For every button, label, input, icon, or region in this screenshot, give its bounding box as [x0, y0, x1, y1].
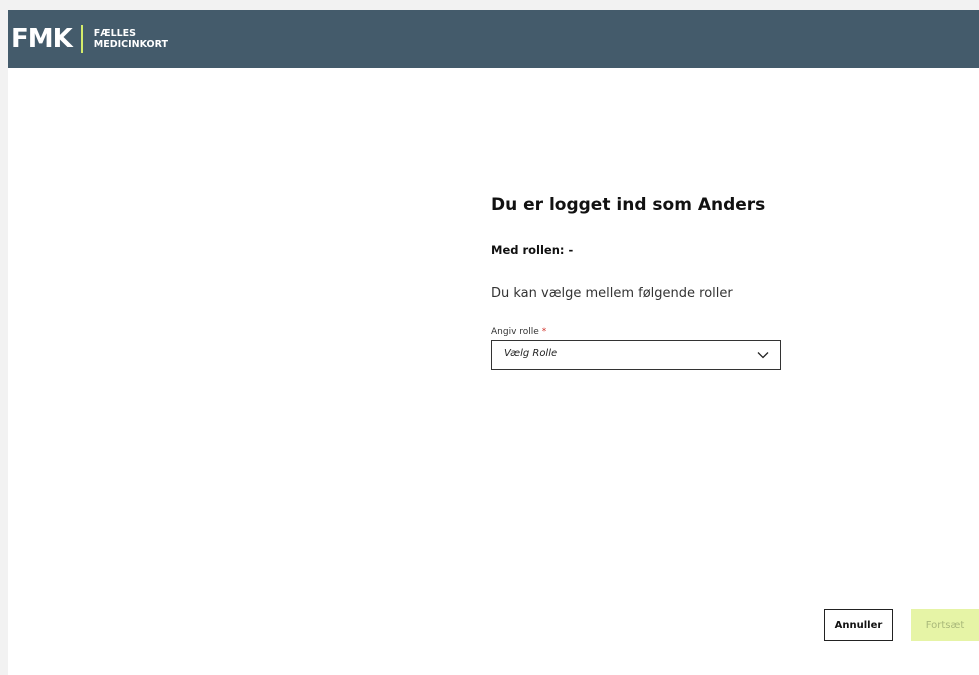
role-instructions: Du kan vælge mellem følgende roller: [491, 286, 733, 301]
top-header-bar: FMK FÆLLES MEDICINKORT: [8, 10, 979, 68]
logo-divider: [80, 25, 83, 53]
fmk-logo[interactable]: FMK FÆLLES MEDICINKORT: [11, 24, 168, 54]
role-select-value: Vælg Rolle: [504, 348, 558, 359]
role-field-label-text: Angiv rolle: [491, 327, 539, 337]
chevron-down-icon: [757, 352, 769, 359]
role-field-label: Angiv rolle *: [491, 327, 546, 337]
current-role-text: Med rollen: -: [491, 243, 574, 257]
app-window: FMK FÆLLES MEDICINKORT Du er logget ind …: [8, 10, 979, 675]
required-marker: *: [541, 327, 547, 337]
role-select[interactable]: Vælg Rolle: [491, 340, 781, 370]
logo-text: FÆLLES MEDICINKORT: [94, 28, 168, 50]
continue-button[interactable]: Fortsæt: [911, 609, 979, 641]
cancel-button[interactable]: Annuller: [824, 609, 893, 641]
logo-text-line-1: FÆLLES: [93, 28, 137, 39]
logo-mark: FMK: [11, 24, 73, 54]
logo-text-line-2: MEDICINKORT: [93, 39, 168, 50]
page-title: Du er logget ind som Anders: [491, 195, 766, 215]
